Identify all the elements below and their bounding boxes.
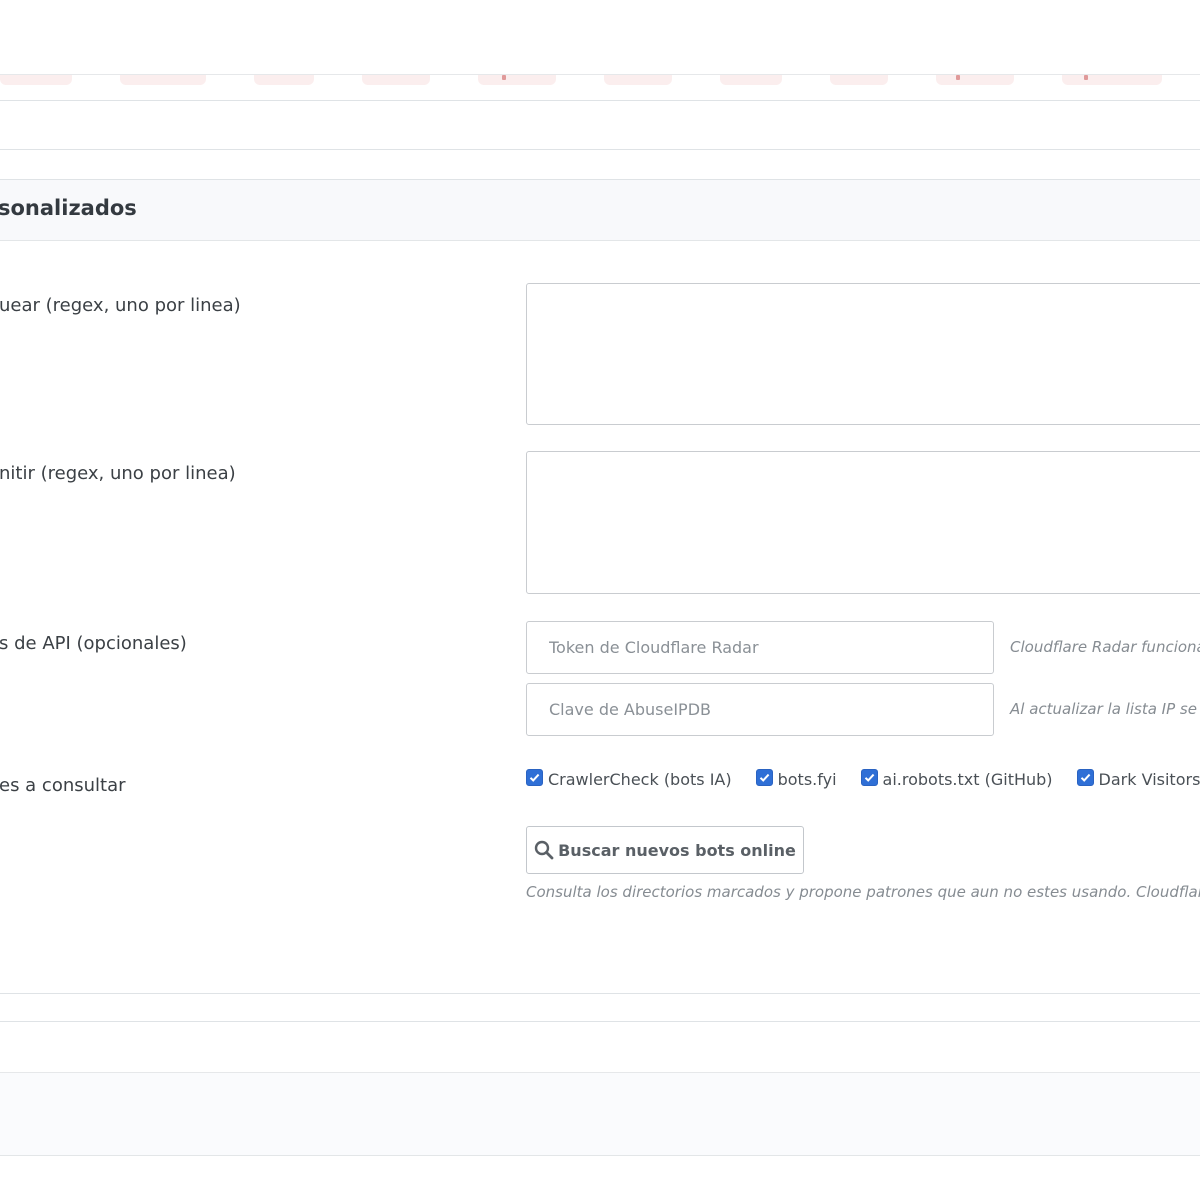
source-label: ai.robots.txt (GitHub) (882, 769, 1053, 789)
source-dark-visitors[interactable]: Dark Visitors (1076, 769, 1200, 789)
sources-label: es a consultar (0, 775, 126, 796)
allow-patterns-textarea[interactable] (526, 451, 1200, 594)
checkmark-icon (759, 773, 769, 782)
tag-pill[interactable] (120, 75, 206, 85)
cloudflare-help-text: Cloudflare Radar funciona (1010, 638, 1200, 656)
source-ai-robots-txt[interactable]: ai.robots.txt (GitHub) (860, 769, 1053, 789)
tag-pill[interactable] (936, 75, 1014, 85)
checkbox-checked[interactable] (755, 769, 773, 786)
tag-pill[interactable] (720, 75, 782, 85)
section-header (0, 179, 1200, 241)
divider (0, 100, 1200, 101)
abuseipdb-key-input[interactable] (526, 683, 994, 736)
abuseipdb-help-text: Al actualizar la lista IP se f (1010, 700, 1200, 718)
search-bots-button-label: Buscar nuevos bots online (558, 840, 796, 860)
block-patterns-label: uear (regex, uno por linea) (0, 295, 241, 316)
tag-glyph (502, 75, 506, 80)
divider (0, 1021, 1200, 1022)
checkbox-checked[interactable] (860, 769, 878, 786)
cloudflare-token-input[interactable] (526, 621, 994, 674)
source-label: CrawlerCheck (bots IA) (548, 769, 732, 789)
section-title: sonalizados (0, 196, 137, 220)
source-bots-fyi[interactable]: bots.fyi (755, 769, 837, 789)
checkbox-checked[interactable] (1076, 769, 1094, 786)
checkmark-icon (1080, 773, 1090, 782)
tag-pill[interactable] (254, 75, 314, 85)
tag-glyph (1084, 75, 1088, 80)
source-label: bots.fyi (777, 769, 837, 789)
checkmark-icon (864, 773, 874, 782)
source-crawlercheck[interactable]: CrawlerCheck (bots IA) (526, 769, 732, 789)
tag-pill[interactable] (830, 75, 888, 85)
tag-pill[interactable] (478, 75, 556, 85)
divider (0, 993, 1200, 994)
tag-pill[interactable] (1062, 75, 1162, 85)
tag-pill[interactable] (362, 75, 430, 85)
search-bots-help-text: Consulta los directorios marcados y prop… (526, 883, 1200, 901)
search-icon (534, 840, 554, 860)
block-patterns-textarea[interactable] (526, 283, 1200, 425)
api-keys-label: s de API (opcionales) (0, 633, 187, 654)
tag-row (0, 74, 1200, 100)
tag-pill[interactable] (604, 75, 672, 85)
allow-patterns-label: nitir (regex, uno por linea) (0, 463, 236, 484)
bottom-panel (0, 1072, 1200, 1156)
checkmark-icon (529, 773, 540, 782)
divider (0, 149, 1200, 150)
sources-checkbox-group: CrawlerCheck (bots IA) bots.fyi ai.robot… (526, 766, 1200, 792)
tag-glyph (956, 75, 960, 80)
search-bots-button[interactable]: Buscar nuevos bots online (526, 826, 804, 874)
tag-pill[interactable] (0, 75, 72, 85)
source-label: Dark Visitors (1098, 769, 1200, 789)
checkbox-checked[interactable] (526, 769, 543, 786)
